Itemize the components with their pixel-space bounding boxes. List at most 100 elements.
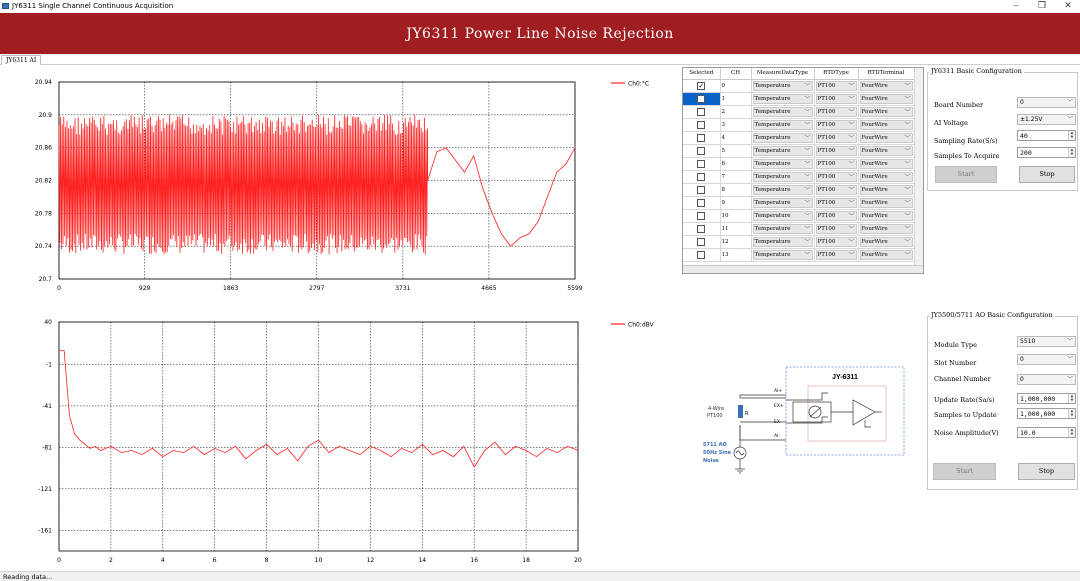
grid-dropdown-cell[interactable]: PT100 ﹀ bbox=[814, 170, 859, 184]
channel-checkbox[interactable] bbox=[697, 133, 706, 142]
table-row[interactable]: 1 Temperature ﹀ PT100 ﹀ FourWire ﹀ bbox=[683, 92, 915, 106]
grid-dropdown[interactable]: Temperature ﹀ bbox=[752, 184, 813, 195]
ao-stop-button[interactable]: Stop bbox=[1018, 463, 1075, 480]
grid-dropdown-cell[interactable]: FourWire ﹀ bbox=[858, 118, 915, 132]
table-row[interactable]: 9 Temperature ﹀ PT100 ﹀ FourWire ﹀ bbox=[683, 196, 915, 210]
grid-dropdown-cell[interactable]: PT100 ﹀ bbox=[814, 209, 859, 223]
grid-dropdown[interactable]: Temperature ﹀ bbox=[752, 171, 813, 182]
grid-dropdown[interactable]: Temperature ﹀ bbox=[752, 132, 813, 143]
ai-voltage-select[interactable]: ±1.25V ﹀ bbox=[1017, 114, 1076, 125]
grid-dropdown-cell[interactable]: FourWire ﹀ bbox=[858, 209, 915, 223]
grid-dropdown[interactable]: FourWire ﹀ bbox=[859, 197, 913, 208]
table-row[interactable]: 7 Temperature ﹀ PT100 ﹀ FourWire ﹀ bbox=[683, 170, 915, 184]
grid-dropdown-cell[interactable]: PT100 ﹀ bbox=[814, 131, 859, 145]
selected-cell[interactable] bbox=[683, 92, 721, 106]
module-type-select[interactable]: 5510 ﹀ bbox=[1017, 336, 1076, 347]
grid-dropdown[interactable]: FourWire ﹀ bbox=[859, 249, 913, 260]
table-row[interactable]: 6 Temperature ﹀ PT100 ﹀ FourWire ﹀ bbox=[683, 157, 915, 171]
grid-dropdown[interactable]: Temperature ﹀ bbox=[752, 106, 813, 117]
table-row[interactable]: ✓ 0 Temperature ﹀ PT100 ﹀ FourWire ﹀ bbox=[683, 79, 915, 93]
channel-checkbox[interactable] bbox=[697, 237, 706, 246]
samples-to-update-input[interactable]: 1,000,000 ▲ ▼ bbox=[1017, 408, 1076, 419]
spin-arrows-icon[interactable]: ▲ ▼ bbox=[1068, 409, 1075, 418]
maximize-button[interactable]: ❐ bbox=[1032, 1, 1052, 11]
grid-dropdown[interactable]: FourWire ﹀ bbox=[859, 106, 913, 117]
grid-dropdown-cell[interactable]: FourWire ﹀ bbox=[858, 131, 915, 145]
grid-dropdown-cell[interactable]: PT100 ﹀ bbox=[814, 118, 859, 132]
grid-dropdown[interactable]: FourWire ﹀ bbox=[859, 93, 913, 104]
channel-checkbox[interactable] bbox=[697, 107, 706, 116]
grid-dropdown[interactable]: Temperature ﹀ bbox=[752, 223, 813, 234]
table-row[interactable]: 11 Temperature ﹀ PT100 ﹀ FourWire ﹀ bbox=[683, 222, 915, 236]
grid-dropdown-cell[interactable]: FourWire ﹀ bbox=[858, 144, 915, 158]
selected-cell[interactable] bbox=[683, 157, 721, 171]
selected-cell[interactable] bbox=[683, 248, 721, 262]
grid-dropdown[interactable]: PT100 ﹀ bbox=[815, 132, 857, 143]
grid-dropdown[interactable]: PT100 ﹀ bbox=[815, 158, 857, 169]
grid-dropdown-cell[interactable]: Temperature ﹀ bbox=[751, 131, 815, 145]
grid-dropdown-cell[interactable]: PT100 ﹀ bbox=[814, 105, 859, 119]
selected-cell[interactable] bbox=[683, 118, 721, 132]
grid-dropdown[interactable]: Temperature ﹀ bbox=[752, 210, 813, 221]
grid-dropdown[interactable]: FourWire ﹀ bbox=[859, 210, 913, 221]
minimize-button[interactable]: – bbox=[1006, 1, 1026, 11]
grid-dropdown-cell[interactable]: Temperature ﹀ bbox=[751, 196, 815, 210]
grid-dropdown-cell[interactable]: FourWire ﹀ bbox=[858, 92, 915, 106]
grid-dropdown-cell[interactable]: Temperature ﹀ bbox=[751, 222, 815, 236]
col-header-measure-type[interactable]: MeasureDataType bbox=[751, 68, 815, 80]
grid-dropdown-cell[interactable]: PT100 ﹀ bbox=[814, 92, 859, 106]
col-header-rtd-terminal[interactable]: RTDTerminal bbox=[858, 68, 915, 80]
table-row[interactable]: 13 Temperature ﹀ PT100 ﹀ FourWire ﹀ bbox=[683, 248, 915, 262]
grid-dropdown[interactable]: PT100 ﹀ bbox=[815, 106, 857, 117]
grid-dropdown-cell[interactable]: PT100 ﹀ bbox=[814, 222, 859, 236]
channel-checkbox[interactable] bbox=[697, 185, 706, 194]
grid-dropdown-cell[interactable]: PT100 ﹀ bbox=[814, 157, 859, 171]
selected-cell[interactable] bbox=[683, 144, 721, 158]
channel-checkbox[interactable] bbox=[697, 198, 706, 207]
grid-dropdown-cell[interactable]: FourWire ﹀ bbox=[858, 170, 915, 184]
channel-checkbox[interactable] bbox=[697, 146, 706, 155]
grid-dropdown[interactable]: FourWire ﹀ bbox=[859, 236, 913, 247]
grid-dropdown[interactable]: Temperature ﹀ bbox=[752, 145, 813, 156]
grid-dropdown[interactable]: FourWire ﹀ bbox=[859, 223, 913, 234]
grid-dropdown[interactable]: PT100 ﹀ bbox=[815, 184, 857, 195]
selected-cell[interactable] bbox=[683, 131, 721, 145]
ai-stop-button[interactable]: Stop bbox=[1019, 166, 1075, 183]
grid-dropdown[interactable]: Temperature ﹀ bbox=[752, 236, 813, 247]
grid-dropdown-cell[interactable]: FourWire ﹀ bbox=[858, 222, 915, 236]
grid-dropdown-cell[interactable]: FourWire ﹀ bbox=[858, 248, 915, 262]
grid-dropdown[interactable]: PT100 ﹀ bbox=[815, 119, 857, 130]
grid-dropdown[interactable]: PT100 ﹀ bbox=[815, 145, 857, 156]
grid-dropdown-cell[interactable]: FourWire ﹀ bbox=[858, 235, 915, 249]
spin-arrows-icon[interactable]: ▲ ▼ bbox=[1068, 148, 1075, 157]
grid-dropdown[interactable]: Temperature ﹀ bbox=[752, 119, 813, 130]
grid-dropdown[interactable]: Temperature ﹀ bbox=[752, 158, 813, 169]
grid-dropdown[interactable]: PT100 ﹀ bbox=[815, 249, 857, 260]
col-header-selected[interactable]: Selected bbox=[683, 68, 721, 80]
channel-checkbox[interactable] bbox=[697, 224, 706, 233]
spin-arrows-icon[interactable]: ▲ ▼ bbox=[1068, 394, 1075, 403]
grid-dropdown-cell[interactable]: PT100 ﹀ bbox=[814, 144, 859, 158]
grid-dropdown-cell[interactable]: Temperature ﹀ bbox=[751, 157, 815, 171]
table-row[interactable]: 2 Temperature ﹀ PT100 ﹀ FourWire ﹀ bbox=[683, 105, 915, 119]
selected-cell[interactable] bbox=[683, 196, 721, 210]
grid-dropdown-cell[interactable]: PT100 ﹀ bbox=[814, 248, 859, 262]
grid-dropdown-cell[interactable]: Temperature ﹀ bbox=[751, 79, 815, 93]
grid-dropdown[interactable]: FourWire ﹀ bbox=[859, 171, 913, 182]
selected-cell[interactable] bbox=[683, 105, 721, 119]
grid-dropdown-cell[interactable]: FourWire ﹀ bbox=[858, 183, 915, 197]
channel-checkbox[interactable] bbox=[697, 94, 706, 103]
close-button[interactable]: ✕ bbox=[1058, 1, 1078, 11]
sampling-rate-input[interactable]: 40 ▲ ▼ bbox=[1017, 130, 1076, 141]
col-header-rtd-type[interactable]: RTDType bbox=[814, 68, 859, 80]
table-row[interactable]: 10 Temperature ﹀ PT100 ﹀ FourWire ﹀ bbox=[683, 209, 915, 223]
grid-dropdown[interactable]: FourWire ﹀ bbox=[859, 80, 913, 91]
grid-dropdown[interactable]: FourWire ﹀ bbox=[859, 145, 913, 156]
ao-start-button[interactable]: Start bbox=[933, 463, 996, 480]
grid-dropdown-cell[interactable]: PT100 ﹀ bbox=[814, 183, 859, 197]
table-row[interactable]: 4 Temperature ﹀ PT100 ﹀ FourWire ﹀ bbox=[683, 131, 915, 145]
grid-dropdown-cell[interactable]: Temperature ﹀ bbox=[751, 248, 815, 262]
channel-checkbox[interactable] bbox=[697, 159, 706, 168]
channel-checkbox[interactable] bbox=[697, 172, 706, 181]
selected-cell[interactable] bbox=[683, 209, 721, 223]
